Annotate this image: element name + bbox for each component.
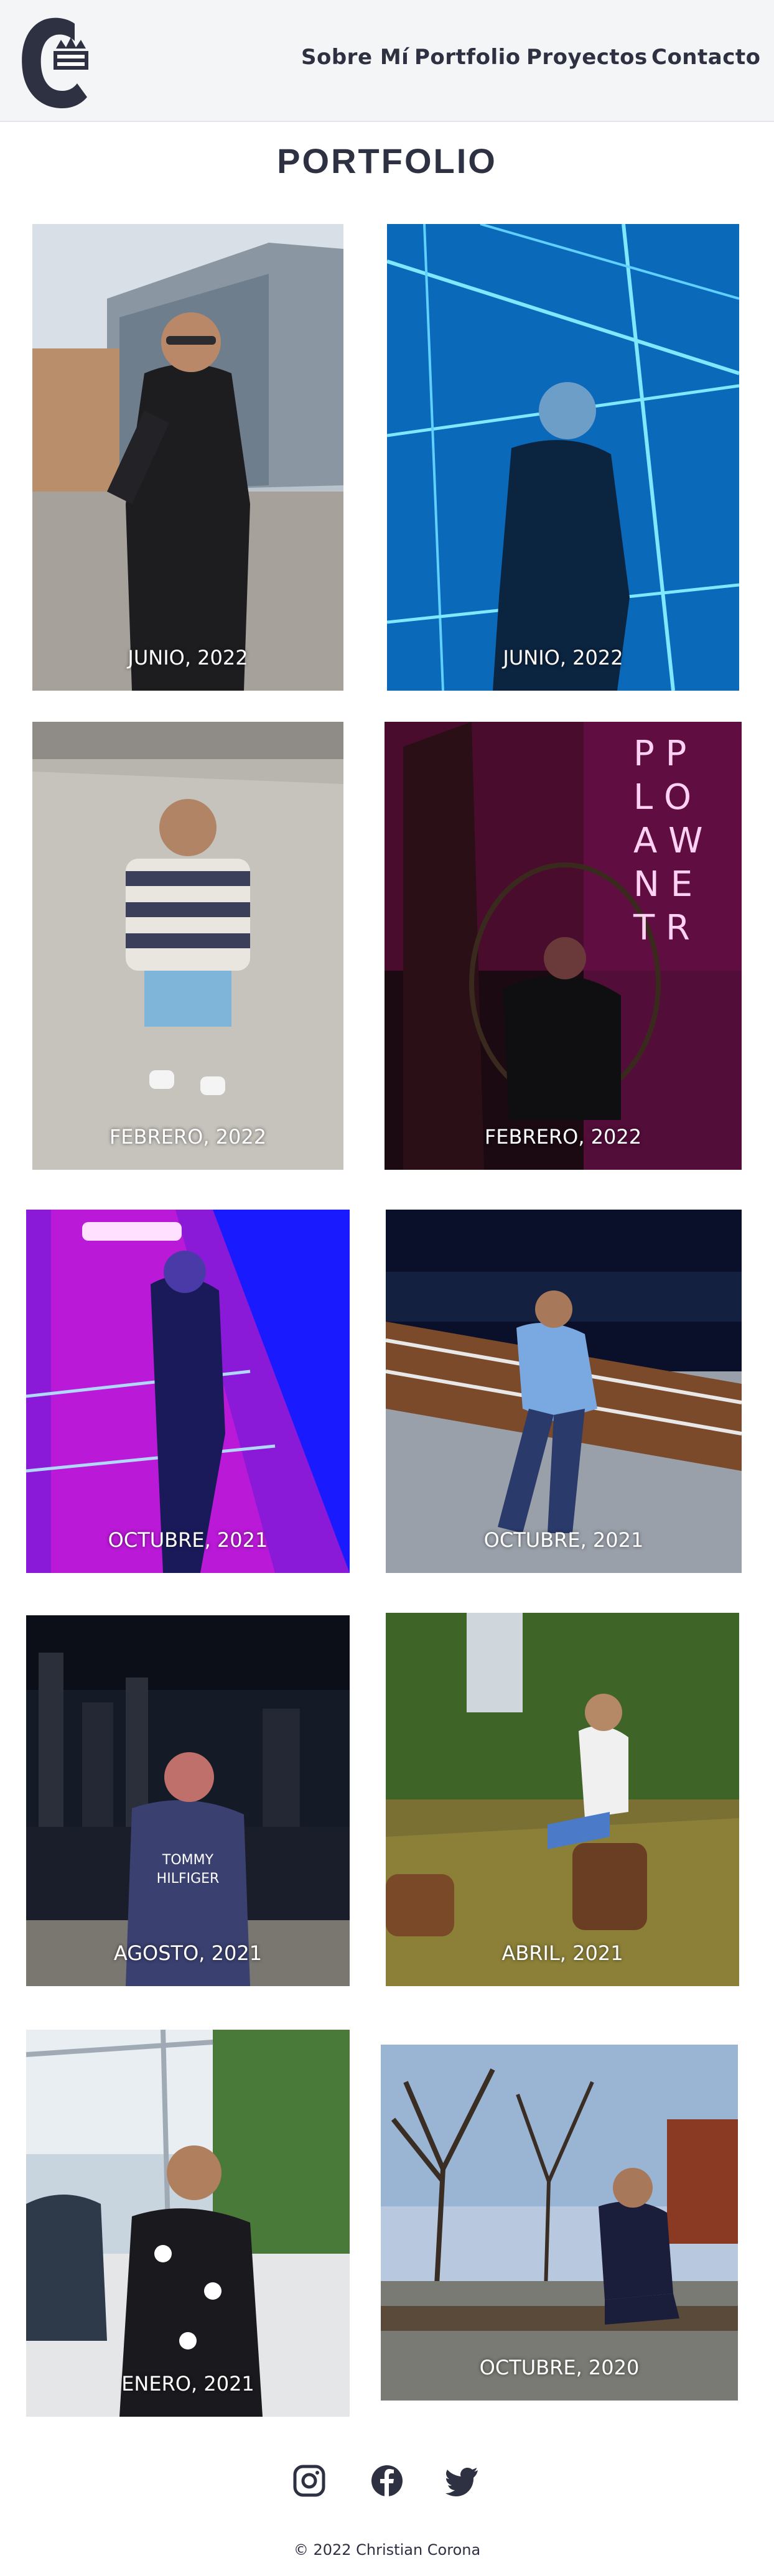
photo-caption: OCTUBRE, 2021 (108, 1528, 268, 1552)
photo-caption: ABRIL, 2021 (501, 1941, 623, 1965)
svg-text:L O: L O (633, 777, 691, 818)
photo-caption: JUNIO, 2022 (503, 646, 623, 670)
footer-copyright: © 2022 Christian Corona (293, 2541, 481, 2559)
photo-caption: OCTUBRE, 2020 (479, 2356, 640, 2379)
site-header: Sobre Mí Portfolio Proyectos Contacto (0, 0, 774, 122)
nav-item-sobre-mi[interactable]: Sobre Mí (301, 45, 409, 70)
svg-text:P P: P P (633, 734, 686, 774)
gallery-photo[interactable]: ABRIL, 2021 (386, 1613, 739, 1986)
main-nav: Sobre Mí Portfolio Proyectos Contacto (0, 45, 774, 82)
nav-item-portfolio[interactable]: Portfolio (414, 45, 521, 70)
twitter-icon[interactable] (445, 2464, 479, 2498)
photo-caption: ENERO, 2021 (121, 2372, 254, 2396)
gallery-photo[interactable]: OCTUBRE, 2021 (386, 1210, 742, 1573)
instagram-icon[interactable] (292, 2464, 326, 2498)
gallery-photo[interactable]: JUNIO, 2022 (32, 224, 343, 691)
nav-item-contacto[interactable]: Contacto (651, 45, 760, 70)
facebook-icon[interactable] (370, 2464, 404, 2498)
photo-caption: AGOSTO, 2021 (113, 1941, 263, 1965)
photo-caption: FEBRERO, 2022 (484, 1125, 642, 1149)
gallery-photo[interactable]: OCTUBRE, 2020 (381, 2045, 738, 2401)
gallery-photo[interactable]: JUNIO, 2022 (387, 224, 739, 691)
svg-text:TOMMY: TOMMY (162, 1852, 214, 1868)
gallery-photo[interactable]: P P L O A W N E T R FEBRERO, 2022 (385, 722, 742, 1170)
nav-item-proyectos[interactable]: Proyectos (526, 45, 648, 70)
social-links (0, 2464, 774, 2501)
svg-text:HILFIGER: HILFIGER (157, 1871, 220, 1887)
svg-text:T R: T R (633, 908, 690, 948)
gallery-photo[interactable]: OCTUBRE, 2021 (26, 1210, 350, 1573)
svg-text:A W: A W (633, 821, 702, 861)
photo-caption: FEBRERO, 2022 (109, 1125, 267, 1149)
gallery-photo[interactable]: ENERO, 2021 (26, 2030, 350, 2417)
gallery-photo[interactable]: TOMMY HILFIGER AGOSTO, 2021 (26, 1615, 350, 1986)
page-title: PORTFOLIO (277, 141, 497, 180)
gallery-photo[interactable]: FEBRERO, 2022 (32, 722, 343, 1170)
svg-text:N E: N E (633, 864, 692, 905)
photo-caption: JUNIO, 2022 (128, 646, 248, 670)
photo-caption: OCTUBRE, 2021 (483, 1528, 644, 1552)
